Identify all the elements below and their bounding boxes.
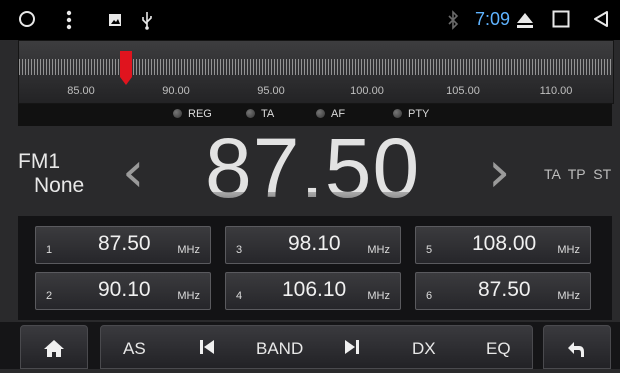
preset-frequency: 106.10 xyxy=(282,278,347,301)
preset-number: 3 xyxy=(236,244,243,256)
band-button[interactable]: BAND xyxy=(256,339,303,359)
flag-ta[interactable]: TA xyxy=(246,108,274,120)
preset-unit: MHz xyxy=(557,244,580,256)
tuner-label: 110.00 xyxy=(539,85,573,97)
return-arrow-icon xyxy=(568,342,584,357)
preset-unit: MHz xyxy=(367,290,390,302)
preset-frequency: 87.50 xyxy=(478,278,531,301)
flag-pty[interactable]: PTY xyxy=(393,108,429,120)
preset-number: 1 xyxy=(46,244,53,256)
home-button[interactable] xyxy=(20,325,88,369)
seek-prev-chevron-icon[interactable]: ‹ xyxy=(122,140,144,205)
preset-1[interactable]: 1 87.50 MHz xyxy=(35,226,211,264)
tuner-ticks xyxy=(19,59,613,75)
preset-frequency: 90.10 xyxy=(98,278,151,301)
signal-indicators: TA TP ST xyxy=(544,166,612,182)
image-icon xyxy=(108,10,122,31)
usb-icon xyxy=(141,10,153,34)
bottom-control-bar: AS BAND DX EQ xyxy=(0,322,620,369)
preset-unit: MHz xyxy=(557,290,580,302)
flag-af[interactable]: AF xyxy=(316,108,345,120)
preset-number: 2 xyxy=(46,290,53,302)
back-button[interactable] xyxy=(543,325,611,369)
tuner-label: 105.00 xyxy=(446,85,480,97)
tuner-label: 95.00 xyxy=(257,85,285,97)
home-circle-icon[interactable] xyxy=(18,10,36,32)
dx-button[interactable]: DX xyxy=(412,339,436,359)
station-name: None xyxy=(34,174,85,197)
tuner-needle[interactable] xyxy=(119,51,133,85)
house-icon xyxy=(44,340,64,357)
preset-4[interactable]: 4 106.10 MHz xyxy=(225,272,401,310)
preset-frequency: 98.10 xyxy=(288,232,341,255)
preset-unit: MHz xyxy=(367,244,390,256)
skip-previous-icon[interactable] xyxy=(199,338,215,361)
tuner-label: 100.00 xyxy=(350,85,384,97)
more-vert-icon[interactable] xyxy=(66,10,72,34)
auto-store-button[interactable]: AS xyxy=(123,339,146,359)
tuner-label: 85.00 xyxy=(67,85,95,97)
skip-next-icon[interactable] xyxy=(344,338,360,361)
preset-number: 4 xyxy=(236,290,243,302)
preset-number: 6 xyxy=(426,290,433,302)
back-triangle-icon[interactable] xyxy=(592,10,610,32)
band-label: FM1 xyxy=(18,150,60,173)
seek-next-chevron-icon[interactable]: › xyxy=(488,140,510,205)
preset-number: 5 xyxy=(426,244,433,256)
preset-grid: 1 87.50 MHz 3 98.10 MHz 5 108.00 MHz 2 9… xyxy=(18,216,612,320)
status-bar: 7:09 xyxy=(0,0,620,40)
eq-button[interactable]: EQ xyxy=(486,339,511,359)
preset-3[interactable]: 3 98.10 MHz xyxy=(225,226,401,264)
preset-unit: MHz xyxy=(177,244,200,256)
recents-square-icon[interactable] xyxy=(552,10,570,32)
eject-icon[interactable] xyxy=(515,10,535,34)
preset-frequency: 87.50 xyxy=(98,232,151,255)
preset-frequency: 108.00 xyxy=(472,232,537,255)
tuner-label: 90.00 xyxy=(162,85,190,97)
frequency-tuner-scale[interactable]: 85.00 90.00 95.00 100.00 105.00 110.00 xyxy=(18,40,614,104)
preset-5[interactable]: 5 108.00 MHz xyxy=(415,226,591,264)
clock-time: 7:09 xyxy=(475,9,511,29)
preset-2[interactable]: 2 90.10 MHz xyxy=(35,272,211,310)
flag-reg[interactable]: REG xyxy=(173,108,212,120)
preset-unit: MHz xyxy=(177,290,200,302)
playback-controls: AS BAND DX EQ xyxy=(100,325,533,369)
preset-6[interactable]: 6 87.50 MHz xyxy=(415,272,591,310)
bluetooth-icon xyxy=(447,10,459,35)
